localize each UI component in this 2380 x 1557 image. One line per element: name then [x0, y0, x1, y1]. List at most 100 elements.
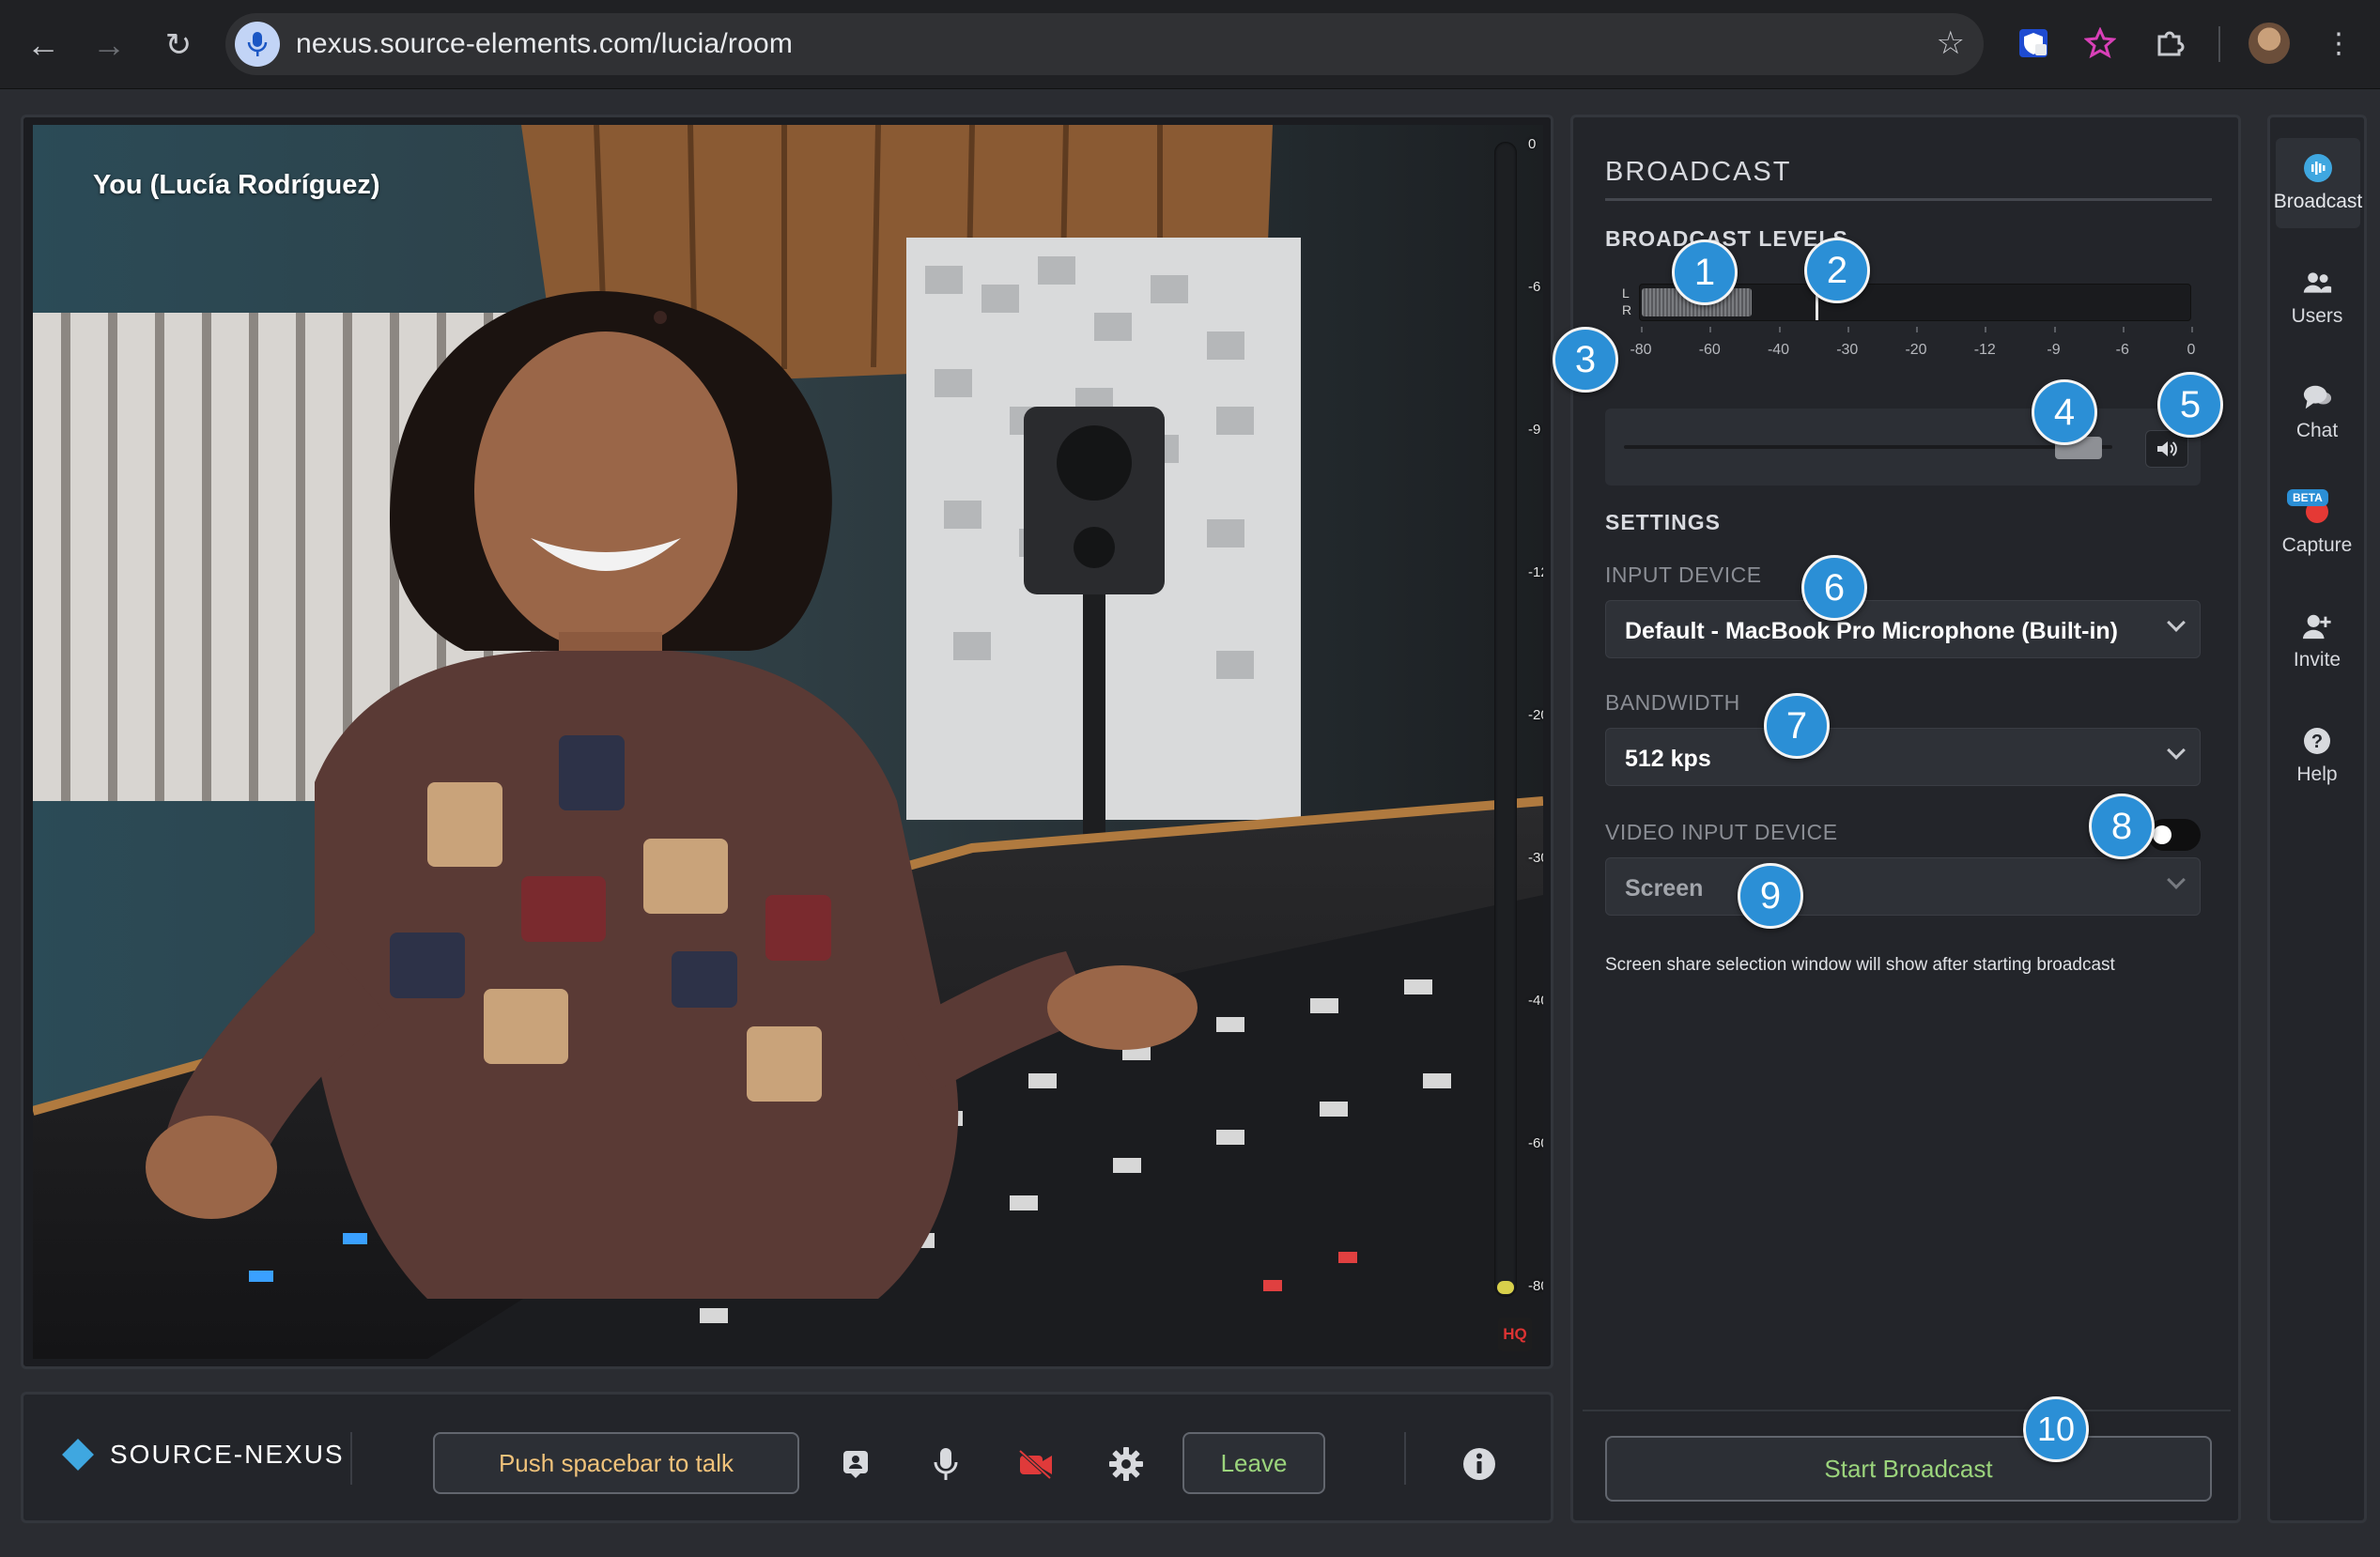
meter-scale-tick	[2122, 327, 2125, 332]
start-broadcast-button[interactable]: Start Broadcast	[1605, 1436, 2212, 1502]
settings-heading: SETTINGS	[1605, 510, 1722, 534]
microphone-indicator-icon[interactable]	[235, 22, 280, 67]
microphone-icon[interactable]	[923, 1441, 968, 1487]
callout-8: 8	[2089, 794, 2155, 859]
studio-photo	[33, 125, 1543, 1359]
meter-scale-label: -9	[2047, 342, 2061, 358]
input-meter-tick: -20	[1528, 707, 1543, 723]
volume-control	[1605, 409, 2201, 486]
hq-indicator-icon[interactable]: HQ	[1498, 1318, 1532, 1351]
meter-scale-label: -6	[2115, 342, 2129, 358]
rail-item-help[interactable]: ? Help	[2270, 711, 2364, 801]
toolbar-divider	[350, 1432, 352, 1485]
volume-slider-track[interactable]	[1624, 445, 2112, 449]
meter-scale-label: -12	[1973, 342, 1996, 358]
address-bar[interactable]: nexus.source-elements.com/lucia/room ☆	[225, 13, 1984, 75]
brand-logo: SOURCE-NEXUS	[62, 1439, 345, 1471]
input-meter-tick: -30	[1528, 850, 1543, 866]
panel-title: BROADCAST	[1605, 157, 1792, 187]
star-extension-icon[interactable]	[2081, 24, 2119, 62]
meter-scale-label: -80	[1630, 342, 1652, 358]
callout-7: 7	[1764, 693, 1830, 759]
right-navigation-rail: Broadcast Users Chat BETA Capture Invite…	[2267, 115, 2367, 1523]
brand-name: SOURCE-NEXUS	[110, 1440, 345, 1469]
bandwidth-label: BANDWIDTH	[1605, 690, 1740, 715]
forward-icon[interactable]: →	[86, 23, 131, 68]
rail-label-capture: Capture	[2281, 534, 2353, 556]
callout-3: 3	[1553, 327, 1618, 393]
rail-label-chat: Chat	[2295, 420, 2339, 441]
svg-text:?: ?	[2311, 732, 2323, 752]
reload-icon[interactable]: ↻	[156, 23, 201, 68]
rail-item-users[interactable]: Users	[2270, 253, 2364, 343]
meter-scale-tick	[1778, 327, 1781, 332]
input-meter-tick: -60	[1528, 1135, 1543, 1151]
rail-item-chat[interactable]: Chat	[2270, 367, 2364, 457]
profile-avatar[interactable]	[2249, 23, 2290, 64]
meter-scale-tick	[2191, 327, 2193, 332]
chevron-down-icon	[2167, 871, 2186, 889]
bandwidth-select[interactable]: 512 kps	[1605, 728, 2201, 786]
back-icon[interactable]: ←	[21, 23, 66, 68]
shield-extension-icon[interactable]	[2015, 24, 2052, 62]
talkback-icon[interactable]	[833, 1441, 878, 1487]
input-meter-tick: -6	[1528, 279, 1541, 295]
input-level-meter	[1494, 142, 1517, 1297]
input-meter-tick: -12	[1528, 564, 1543, 580]
chevron-down-icon	[2167, 613, 2186, 632]
meter-right-label: R	[1622, 302, 1632, 317]
camera-off-icon[interactable]	[1013, 1441, 1059, 1487]
meter-scale-label: -30	[1836, 342, 1859, 358]
meter-left-label: L	[1622, 285, 1630, 301]
video-input-toggle[interactable]	[2148, 819, 2201, 851]
rail-item-invite[interactable]: Invite	[2270, 596, 2364, 686]
video-input-label: VIDEO INPUT DEVICE	[1605, 820, 1838, 844]
rail-item-capture[interactable]: BETA Capture	[2270, 482, 2364, 572]
self-video-feed: You (Lucía Rodríguez) 0 -6 -9 -12 -20 -30 -40 -…	[33, 125, 1543, 1359]
push-to-talk-button[interactable]: Push spacebar to talk	[433, 1432, 799, 1494]
bandwidth-value: 512 kps	[1625, 746, 1711, 772]
meter-scale-label: -40	[1767, 342, 1790, 358]
rail-label-users: Users	[2291, 305, 2343, 327]
input-device-select[interactable]: Default - MacBook Pro Microphone (Built-…	[1605, 600, 2201, 658]
rail-label-invite: Invite	[2293, 649, 2341, 671]
video-input-value: Screen	[1625, 875, 1704, 902]
browser-menu-icon[interactable]: ⋮	[2320, 24, 2357, 62]
input-meter-tick: -9	[1528, 422, 1541, 438]
broadcast-icon	[2303, 153, 2333, 183]
info-icon[interactable]	[1457, 1441, 1502, 1487]
meter-scale-tick	[1985, 327, 1987, 332]
input-device-value: Default - MacBook Pro Microphone (Built-…	[1625, 618, 2118, 644]
invite-icon	[2302, 611, 2332, 641]
callout-1: 1	[1672, 239, 1738, 305]
meter-scale-label: -60	[1698, 342, 1721, 358]
toolbar-divider	[2218, 26, 2220, 62]
leave-button[interactable]: Leave	[1182, 1432, 1325, 1494]
meter-scale-tick	[1847, 327, 1849, 332]
toggle-knob	[2153, 825, 2171, 844]
extensions-puzzle-icon[interactable]	[2151, 24, 2188, 62]
chat-icon	[2302, 382, 2332, 412]
input-meter-tick: 0	[1528, 136, 1537, 152]
callout-2: 2	[1804, 238, 1870, 303]
meter-scale-tick	[2053, 327, 2056, 332]
bookmark-star-icon[interactable]: ☆	[1937, 24, 1965, 62]
url-text: nexus.source-elements.com/lucia/room	[296, 28, 794, 59]
beta-badge: BETA	[2287, 489, 2328, 506]
callout-5: 5	[2157, 372, 2223, 438]
callout-6: 6	[1801, 555, 1867, 621]
users-icon	[2302, 268, 2332, 298]
video-input-select[interactable]: Screen	[1605, 857, 2201, 916]
input-meter-tick: -80	[1528, 1278, 1543, 1294]
participant-name-label: You (Lucía Rodríguez)	[93, 170, 380, 200]
rail-label-broadcast: Broadcast	[2273, 191, 2363, 212]
title-divider	[1605, 198, 2212, 201]
video-panel: You (Lucía Rodríguez) 0 -6 -9 -12 -20 -30 -40 -…	[21, 115, 1553, 1369]
settings-gear-icon[interactable]	[1104, 1441, 1149, 1487]
rail-item-broadcast[interactable]: Broadcast	[2273, 138, 2363, 228]
meter-scale-label: 0	[2187, 342, 2196, 358]
meter-scale-tick	[1916, 327, 1918, 332]
browser-toolbar: ← → ↻ nexus.source-elements.com/lucia/ro…	[0, 0, 2380, 89]
meter-scale-tick	[1709, 327, 1712, 332]
diamond-logo-icon	[62, 1439, 94, 1471]
